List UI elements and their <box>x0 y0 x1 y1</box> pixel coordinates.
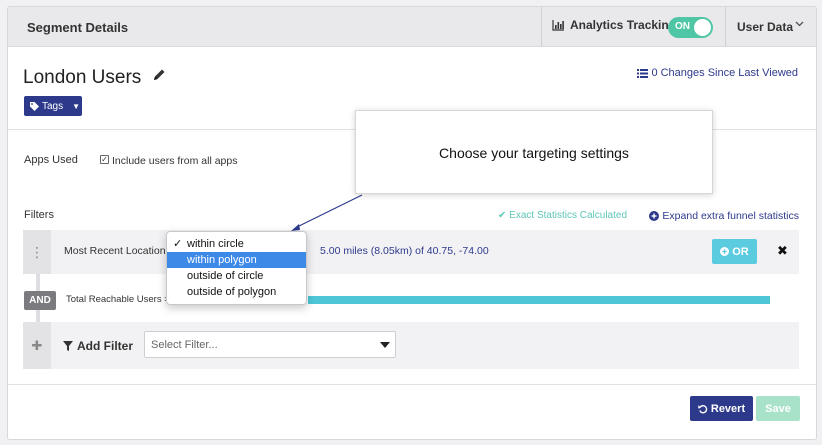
exact-statistics-status: ✔ Exact Statistics Calculated <box>498 210 627 221</box>
chevron-down-icon[interactable] <box>795 19 804 31</box>
tooltip-text: Choose your targeting settings <box>439 145 629 161</box>
bar-chart-icon <box>552 19 564 31</box>
segment-title: London Users <box>23 67 142 88</box>
option-label: within polygon <box>187 254 257 266</box>
filter-value-link[interactable]: 5.00 miles (8.05km) of 40.75, -74.00 <box>320 245 489 257</box>
changes-link-label: 0 Changes Since Last Viewed <box>651 67 798 79</box>
filters-label: Filters <box>24 209 54 221</box>
apps-used-label: Apps Used <box>24 154 78 166</box>
exact-statistics-label: Exact Statistics Calculated <box>509 210 627 221</box>
analytics-toggle[interactable]: ON <box>668 17 713 38</box>
add-filter-text: Add Filter <box>77 339 133 353</box>
pencil-icon[interactable] <box>151 67 167 88</box>
plus-icon: ✚ <box>23 322 51 369</box>
caret-down-icon <box>380 342 390 348</box>
header-separator <box>541 7 542 47</box>
tags-label: Tags <box>42 100 64 112</box>
location-operator-dropdown[interactable]: ✓ within circle within polygon outside o… <box>166 231 307 305</box>
tag-icon <box>30 101 39 111</box>
user-data-menu[interactable]: User Data <box>737 20 793 34</box>
total-reachable-users-label: Total Reachable Users = <box>66 294 170 305</box>
or-button-label: OR <box>732 245 749 258</box>
tags-button[interactable]: Tags ▼ <box>24 96 82 116</box>
reachable-users-bar <box>308 296 770 304</box>
list-icon <box>637 68 649 78</box>
funnel-icon <box>63 341 73 351</box>
dropdown-option-within-circle[interactable]: ✓ within circle <box>167 236 306 252</box>
analytics-tracking-label: Analytics Tracking <box>570 18 677 32</box>
include-all-apps-checkbox[interactable]: ✓ <box>100 155 109 164</box>
toggle-knob <box>694 19 711 36</box>
connector-line <box>36 274 40 291</box>
panel-header: Segment Details Analytics Tracking ON Us… <box>8 7 816 47</box>
and-badge: AND <box>24 291 56 310</box>
option-label: within circle <box>187 238 244 250</box>
add-filter-row: ✚ Add Filter Select Filter... <box>23 322 799 369</box>
revert-button[interactable]: Revert <box>690 396 753 421</box>
or-button[interactable]: OR <box>712 239 757 264</box>
checkmark-icon: ✓ <box>173 238 183 250</box>
revert-label: Revert <box>710 402 746 415</box>
option-label: outside of polygon <box>187 286 277 298</box>
select-filter-placeholder: Select Filter... <box>151 339 218 351</box>
dropdown-option-outside-polygon[interactable]: outside of polygon <box>167 284 306 300</box>
header-separator <box>725 7 726 47</box>
footer-divider <box>8 384 816 385</box>
segment-details-panel: Segment Details Analytics Tracking ON Us… <box>7 6 817 440</box>
toggle-label: ON <box>675 21 690 32</box>
add-filter-label: Add Filter <box>63 339 133 353</box>
remove-filter-icon[interactable]: ✖ <box>777 243 788 259</box>
select-filter-dropdown[interactable]: Select Filter... <box>144 331 396 358</box>
caret-down-icon: ▼ <box>72 101 81 111</box>
include-all-apps-label[interactable]: Include users from all apps <box>112 155 237 167</box>
panel-title: Segment Details <box>27 20 129 35</box>
dropdown-option-within-polygon[interactable]: within polygon <box>167 252 306 268</box>
drag-handle-icon[interactable]: ⋮ <box>23 230 51 274</box>
targeting-tooltip: Choose your targeting settings <box>355 110 713 194</box>
expand-funnel-statistics-link[interactable]: Expand extra funnel statistics <box>649 210 799 222</box>
analytics-tracking: Analytics Tracking <box>552 18 676 32</box>
plus-circle-icon <box>720 247 730 256</box>
expand-link-label: Expand extra funnel statistics <box>662 210 799 222</box>
undo-icon <box>698 404 708 413</box>
filter-row: ⋮ Most Recent Location 5.00 miles (8.05k… <box>23 230 799 274</box>
dropdown-option-outside-circle[interactable]: outside of circle <box>167 268 306 284</box>
connector-line <box>36 310 40 322</box>
option-label: outside of circle <box>187 270 264 282</box>
plus-circle-icon <box>649 211 660 221</box>
filter-label: Most Recent Location <box>64 245 166 257</box>
changes-since-viewed-link[interactable]: 0 Changes Since Last Viewed <box>637 67 798 79</box>
check-icon: ✔ <box>498 210 510 221</box>
save-button[interactable]: Save <box>756 396 800 421</box>
